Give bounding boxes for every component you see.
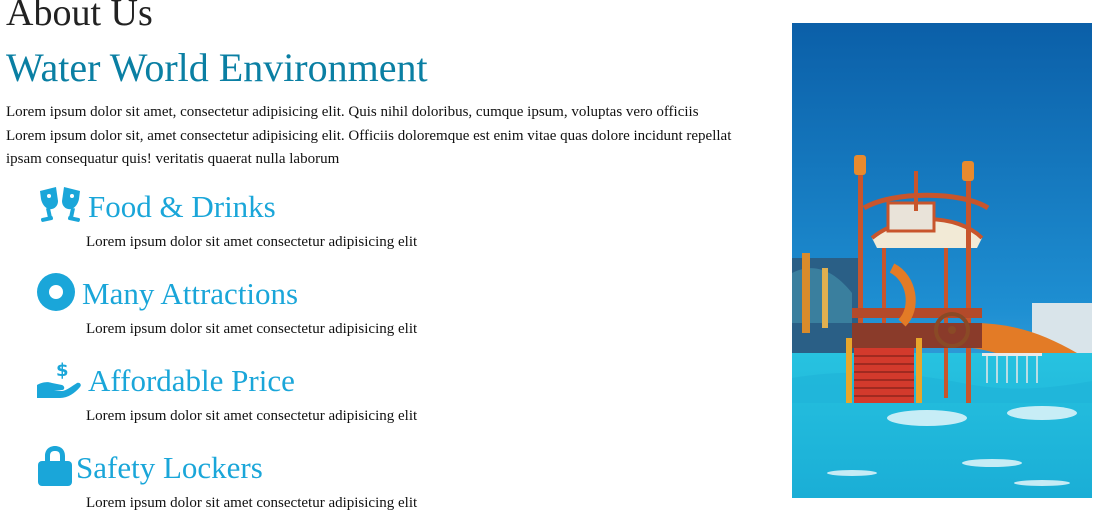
feature-description: Lorem ipsum dolor sit amet consectetur a… <box>86 321 418 337</box>
svg-text:$: $ <box>56 360 69 381</box>
glasses-cheers-icon <box>36 185 86 230</box>
feature-many-attractions: Many Attractions Lorem ipsum dolor sit a… <box>36 272 417 343</box>
feature-title: Food & Drinks <box>88 189 276 224</box>
feature-description: Lorem ipsum dolor sit amet consectetur a… <box>86 495 418 511</box>
feature-safety-lockers: Safety Lockers Lorem ipsum dolor sit ame… <box>36 445 417 512</box>
feature-title: Affordable Price <box>88 363 295 398</box>
about-heading: About Us <box>6 0 153 34</box>
lock-icon <box>36 445 74 492</box>
feature-description: Lorem ipsum dolor sit amet consectetur a… <box>86 234 418 250</box>
feature-header: Safety Lockers <box>36 445 263 492</box>
circle-dot-icon <box>36 272 76 317</box>
feature-header: Food & Drinks <box>36 186 276 228</box>
feature-title: Many Attractions <box>82 276 299 311</box>
hand-holding-dollar-icon: $ <box>36 359 82 404</box>
feature-header: $ Affordable Price <box>36 360 295 402</box>
page-title: Water World Environment <box>6 45 428 90</box>
feature-header: Many Attractions <box>36 272 299 317</box>
intro-paragraph: Lorem ipsum dolor sit amet, consectetur … <box>6 104 732 167</box>
feature-affordable-price: $ Affordable Price Lorem ipsum dolor sit… <box>36 360 417 430</box>
feature-title: Safety Lockers <box>76 450 263 485</box>
feature-food-drinks: Food & Drinks Lorem ipsum dolor sit amet… <box>36 186 417 256</box>
water-park-photo <box>792 23 1092 498</box>
feature-description: Lorem ipsum dolor sit amet consectetur a… <box>86 408 418 424</box>
